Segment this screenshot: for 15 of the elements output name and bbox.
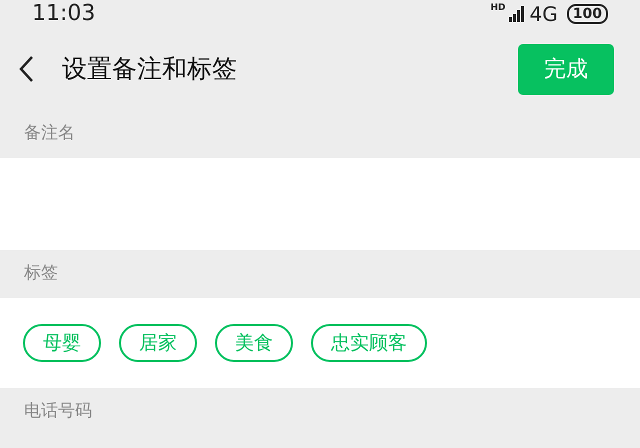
section-label: 标签 — [24, 262, 58, 286]
battery-indicator: 100 — [566, 4, 608, 24]
tag-chip[interactable]: 母婴 — [23, 324, 101, 362]
status-time: 11:03 — [32, 3, 96, 25]
tag-chip[interactable]: 忠实顾客 — [311, 324, 427, 362]
section-label: 备注名 — [24, 122, 75, 146]
back-icon — [18, 55, 34, 83]
page-title: 设置备注和标签 — [62, 53, 238, 86]
network-label: 4G — [530, 4, 558, 24]
section-label: 电话号码 — [24, 400, 92, 424]
done-button[interactable]: 完成 — [518, 44, 614, 94]
tag-chip[interactable]: 居家 — [119, 324, 197, 362]
hd-label: HD — [490, 4, 506, 13]
tag-chip[interactable]: 美食 — [215, 324, 293, 362]
signal-icon — [508, 6, 525, 22]
